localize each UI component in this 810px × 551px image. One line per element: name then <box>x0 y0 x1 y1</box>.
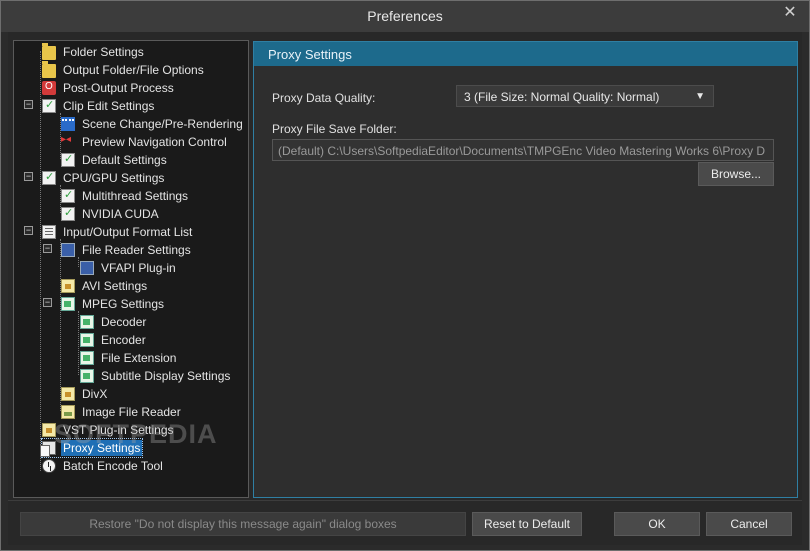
collapse-toggle-format-list[interactable]: − <box>24 226 33 235</box>
proxy-quality-label: Proxy Data Quality: <box>272 91 376 105</box>
tree-item-label: Batch Encode Tool <box>63 459 163 473</box>
tree-item-label: Clip Edit Settings <box>63 99 155 113</box>
tree-item-label: Output Folder/File Options <box>63 63 204 77</box>
collapse-toggle-clip-edit[interactable]: − <box>24 100 33 109</box>
collapse-toggle-cpu-gpu[interactable]: − <box>24 172 33 181</box>
proxy-folder-label: Proxy File Save Folder: <box>272 122 397 136</box>
tree-item-cpu-gpu[interactable]: CPU/GPU Settings <box>42 169 166 187</box>
tree-item-scene-change[interactable]: Scene Change/Pre-Rendering <box>61 115 245 133</box>
vst-icon <box>42 423 56 437</box>
tree-item-label: Default Settings <box>82 153 167 167</box>
check-doc-icon <box>42 170 56 185</box>
tree-item-label: AVI Settings <box>82 279 148 293</box>
file-options-icon <box>42 61 56 78</box>
chevron-down-icon: ▼ <box>695 91 705 102</box>
divider <box>8 500 802 501</box>
tree-item-default-settings[interactable]: Default Settings <box>61 151 169 169</box>
tree-line <box>40 51 41 471</box>
tree-item-encoder[interactable]: Encoder <box>80 331 148 349</box>
tree-item-label: Scene Change/Pre-Rendering <box>82 117 243 131</box>
collapse-toggle-file-reader[interactable]: − <box>43 244 52 253</box>
tree-item-label: VFAPI Plug-in <box>101 261 176 275</box>
tree-item-format-list[interactable]: Input/Output Format List <box>42 223 194 241</box>
list-icon <box>42 225 56 239</box>
tree-item-subtitle-display[interactable]: Subtitle Display Settings <box>80 367 232 385</box>
tree-item-preview-navigation[interactable]: Preview Navigation Control <box>61 133 229 151</box>
tree-item-decoder[interactable]: Decoder <box>80 313 148 331</box>
tree-item-proxy-settings[interactable]: Proxy Settings <box>40 438 144 458</box>
restore-dialogs-button[interactable]: Restore "Do not display this message aga… <box>20 512 466 536</box>
mpeg-icon <box>80 351 94 365</box>
monitor-icon <box>80 261 94 275</box>
dialog-body: − − − − − Folder Settings Output Folder/… <box>8 32 802 545</box>
tree-item-label: Encoder <box>101 333 146 347</box>
proxy-settings-panel: Proxy Settings Proxy Data Quality: 3 (Fi… <box>253 41 798 498</box>
tree-item-label: DivX <box>82 387 108 401</box>
tree-item-label: NVIDIA CUDA <box>82 207 159 221</box>
proxy-folder-field[interactable]: (Default) C:\Users\SoftpediaEditor\Docum… <box>272 139 774 161</box>
image-icon <box>61 405 75 419</box>
film-icon <box>61 117 75 131</box>
monitor-icon <box>61 243 75 257</box>
folder-icon <box>42 43 56 60</box>
tree-item-file-extension[interactable]: File Extension <box>80 349 178 367</box>
panel-title: Proxy Settings <box>254 42 797 66</box>
check-doc-icon <box>42 98 56 113</box>
tree-item-output-folder[interactable]: Output Folder/File Options <box>42 61 206 79</box>
tree-item-label: Subtitle Display Settings <box>101 369 231 383</box>
ok-button[interactable]: OK <box>614 512 700 536</box>
collapse-toggle-mpeg[interactable]: − <box>43 298 52 307</box>
tree-item-file-reader[interactable]: File Reader Settings <box>61 241 193 259</box>
tree-item-post-output[interactable]: Post-Output Process <box>42 79 176 97</box>
tree-item-vfapi[interactable]: VFAPI Plug-in <box>80 259 178 277</box>
tree-item-mpeg[interactable]: MPEG Settings <box>61 295 166 313</box>
check-doc-icon <box>61 188 75 203</box>
divx-icon <box>61 387 75 401</box>
window-title: Preferences <box>367 8 443 24</box>
tree-item-divx[interactable]: DivX <box>61 385 109 403</box>
tree-item-label: Decoder <box>101 315 147 329</box>
browse-button[interactable]: Browse... <box>698 162 774 186</box>
mpeg-icon <box>80 315 94 329</box>
proxy-icon <box>40 441 56 457</box>
tree-item-label: VST Plug-in Settings <box>63 423 174 437</box>
tree-item-vst-plugin[interactable]: VST Plug-in Settings <box>42 421 176 439</box>
tree-item-label: MPEG Settings <box>82 297 165 311</box>
tree-item-folder-settings[interactable]: Folder Settings <box>42 43 146 61</box>
title-bar[interactable]: Preferences ✕ <box>1 1 809 32</box>
tree-item-label: CPU/GPU Settings <box>63 171 165 185</box>
settings-tree[interactable]: − − − − − Folder Settings Output Folder/… <box>13 40 249 498</box>
tree-item-label: Preview Navigation Control <box>82 135 227 149</box>
preferences-window: Preferences ✕ − − − − − Folder Settings … <box>0 0 810 551</box>
mpeg-icon <box>61 297 75 311</box>
tree-item-label: File Reader Settings <box>82 243 191 257</box>
proxy-quality-value: 3 (File Size: Normal Quality: Normal) <box>464 90 660 104</box>
tree-item-multithread[interactable]: Multithread Settings <box>61 187 190 205</box>
proxy-quality-dropdown[interactable]: 3 (File Size: Normal Quality: Normal) ▼ <box>456 85 714 107</box>
navigation-icon <box>61 134 75 149</box>
tree-item-label: Image File Reader <box>82 405 181 419</box>
tree-item-label: Multithread Settings <box>82 189 189 203</box>
check-doc-icon <box>61 152 75 167</box>
tree-item-clip-edit[interactable]: Clip Edit Settings <box>42 97 156 115</box>
tree-item-label: Proxy Settings <box>61 440 143 456</box>
tree-item-nvidia-cuda[interactable]: NVIDIA CUDA <box>61 205 161 223</box>
mpeg-icon <box>80 333 94 347</box>
mpeg-icon <box>80 369 94 383</box>
tree-item-label: File Extension <box>101 351 177 365</box>
avi-icon <box>61 279 75 293</box>
cancel-button[interactable]: Cancel <box>706 512 792 536</box>
check-doc-icon <box>61 206 75 221</box>
clock-icon <box>42 459 56 473</box>
tree-item-batch-encode[interactable]: Batch Encode Tool <box>42 457 165 475</box>
tree-item-label: Input/Output Format List <box>63 225 193 239</box>
tree-line <box>78 311 79 375</box>
post-output-icon <box>42 81 56 95</box>
tree-item-avi[interactable]: AVI Settings <box>61 277 149 295</box>
close-icon[interactable]: ✕ <box>779 4 801 24</box>
tree-item-label: Post-Output Process <box>63 81 174 95</box>
tree-item-image-file-reader[interactable]: Image File Reader <box>61 403 183 421</box>
reset-to-default-button[interactable]: Reset to Default <box>472 512 582 536</box>
tree-item-label: Folder Settings <box>63 45 144 59</box>
